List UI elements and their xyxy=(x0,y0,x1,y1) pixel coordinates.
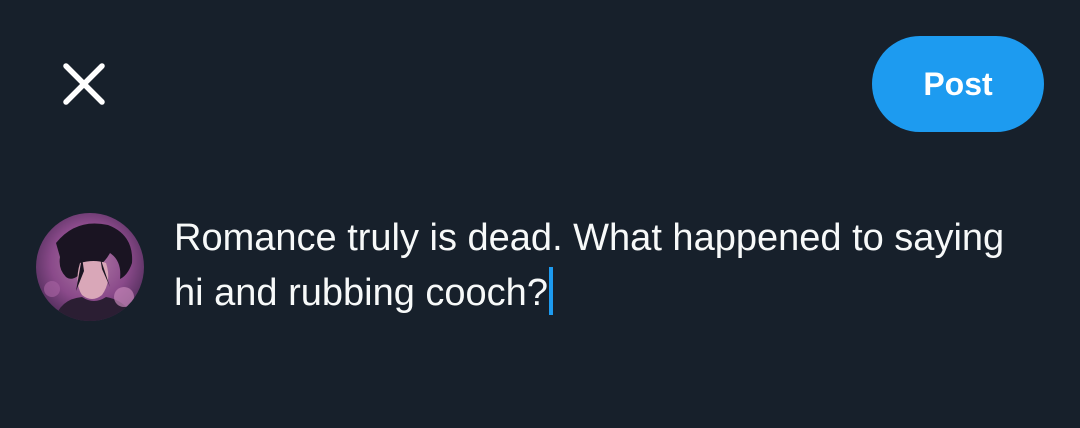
post-button[interactable]: Post xyxy=(872,36,1044,132)
avatar-image xyxy=(36,213,144,321)
compose-text-content: Romance truly is dead. What happened to … xyxy=(174,217,1015,314)
avatar[interactable] xyxy=(36,213,144,321)
text-caret xyxy=(548,267,553,315)
close-button[interactable] xyxy=(56,56,112,112)
compose-screen: Post Romance truly is dead. What happene… xyxy=(0,0,1080,428)
close-icon xyxy=(63,63,105,105)
compose-textarea[interactable]: Romance truly is dead. What happened to … xyxy=(174,211,1034,321)
